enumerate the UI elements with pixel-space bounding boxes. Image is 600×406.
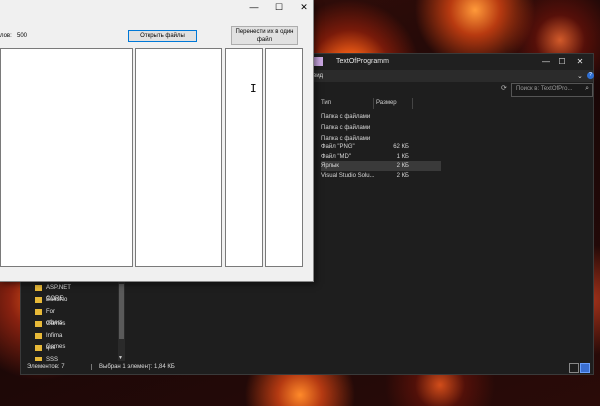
file-row[interactable]: Visual Studio Solu... 2 КБ: [321, 171, 441, 181]
files-count-label: лов:: [0, 33, 12, 39]
folder-icon: [35, 333, 42, 339]
maximize-button[interactable]: ☐: [270, 1, 288, 13]
maximize-button[interactable]: ☐: [555, 56, 569, 68]
merge-into-one-file-button[interactable]: Перенести их в один файл: [231, 26, 298, 45]
open-files-button[interactable]: Открыть файлы: [128, 30, 197, 42]
file-row[interactable]: Папка с файлами: [321, 112, 441, 122]
folder-app-icon: [313, 57, 323, 66]
nav-scrollbar-thumb[interactable]: [119, 284, 124, 339]
status-selection: Выбран 1 элемент: 1,84 КБ: [99, 364, 175, 370]
column-header-type[interactable]: Тип: [319, 98, 374, 109]
file-row[interactable]: Папка с файлами: [321, 123, 441, 133]
file-row[interactable]: Файл "PNG" 62 КБ: [321, 142, 441, 152]
search-icon: ⌕: [585, 85, 589, 92]
navigation-pane: ASP.NET CORE BokuNo For others Games Inf…: [21, 279, 127, 369]
close-button[interactable]: ✕: [295, 1, 313, 13]
folder-icon: [35, 345, 42, 351]
folder-icon: [35, 285, 42, 291]
folder-icon: [35, 297, 42, 303]
large-icons-view-icon[interactable]: [580, 363, 590, 373]
close-button[interactable]: ✕: [573, 56, 587, 68]
folder-icon: [35, 321, 42, 327]
details-view-icon[interactable]: [569, 363, 579, 373]
folder-icon: [35, 309, 42, 315]
status-bar: Элементов: 7 Выбран 1 элемент: 1,84 КБ: [21, 361, 593, 373]
file-row-selected[interactable]: Ярлык 2 КБ: [321, 161, 441, 171]
explorer-title: TextOfProgramm: [336, 58, 389, 65]
help-icon[interactable]: ?: [587, 72, 594, 79]
merge-files-app-window: — ☐ ✕ лов: 500 Открыть файлы Перенести и…: [0, 0, 314, 282]
minimize-button[interactable]: —: [539, 56, 553, 68]
files-count-value: 500: [17, 33, 28, 39]
text-panel[interactable]: [225, 48, 263, 267]
file-list-panel[interactable]: [0, 48, 133, 267]
status-separator: [91, 364, 92, 370]
search-input[interactable]: Поиск в: TextOfPro... ⌕: [511, 83, 593, 97]
status-element-count: Элементов: 7: [27, 364, 65, 370]
text-panel[interactable]: [265, 48, 303, 267]
minimize-button[interactable]: —: [245, 1, 263, 13]
search-placeholder: Поиск в: TextOfPro...: [516, 86, 573, 92]
status-separator: [149, 364, 150, 370]
refresh-icon[interactable]: ⟳: [501, 84, 507, 92]
ribbon-tab-view[interactable]: вид: [313, 73, 323, 79]
text-cursor-icon: I: [250, 82, 257, 95]
column-header-size[interactable]: Размер: [374, 98, 413, 109]
chevron-down-icon[interactable]: ⌄: [577, 72, 583, 80]
file-content-panel[interactable]: [135, 48, 222, 267]
